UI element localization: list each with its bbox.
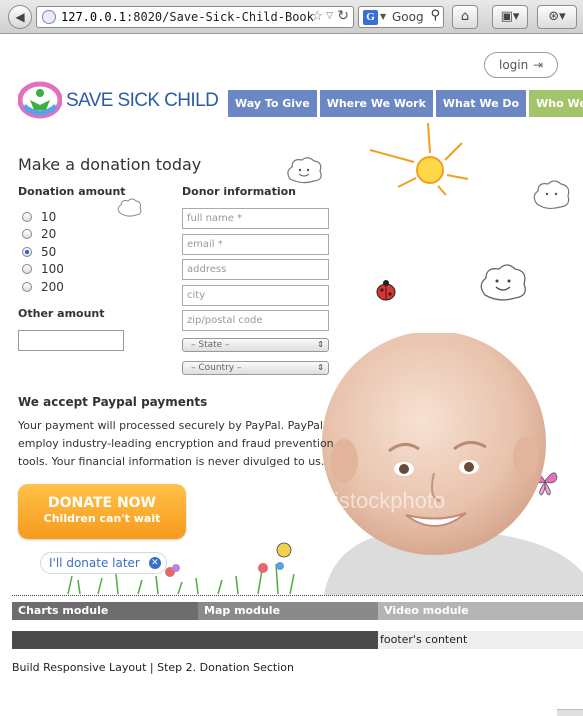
url-text: 127.0.0.1:8020/Save-Sick-Child-Book [61,10,314,24]
map-module: Map module [198,602,378,620]
full-name-field[interactable]: full name * [182,208,329,229]
address-bar[interactable]: 127.0.0.1:8020/Save-Sick-Child-Book ☆ ▽ … [36,6,354,28]
select-arrows-icon: ⇕ [317,363,324,372]
donate-now-sublabel: Children can't wait [43,512,161,525]
page-title: Make a donation today [18,155,202,174]
donation-amount-options: 10 20 50 100 200 [22,208,64,296]
donate-now-button[interactable]: DONATE NOW Children can't wait [18,484,186,539]
paypal-heading: We accept Paypal payments [18,395,208,409]
address-field[interactable]: address [182,259,329,280]
divider [12,595,583,596]
login-button[interactable]: login ⇥ [484,52,558,78]
donate-now-label: DONATE NOW [47,495,157,511]
search-engine-icon[interactable]: G [363,10,378,25]
nav-who-we-are[interactable]: Who We Are [529,90,583,117]
email-field[interactable]: email * [182,234,329,255]
donation-amount-heading: Donation amount [18,185,126,198]
amount-option[interactable]: 10 [22,208,64,226]
logo[interactable]: SAVE SICK CHILD [18,79,219,123]
modules-row: Charts module Map module Video module [12,602,583,620]
state-select-label: – State – [191,340,230,350]
nav-where-we-work[interactable]: Where We Work [319,90,433,117]
ladybug-doodle-icon [376,280,396,301]
search-engine-dropdown-icon[interactable]: ▼ [380,12,386,21]
radio-button-selected[interactable] [22,246,32,257]
footer-dark-block [12,631,378,649]
home-icon[interactable]: ⌂ [452,5,478,29]
amount-label: 100 [41,262,64,277]
bookmark-star-icon[interactable]: ☆ [311,9,323,24]
logo-mark-icon [18,81,62,119]
login-arrow-icon: ⇥ [533,58,544,72]
amount-label: 10 [41,209,57,224]
amount-option[interactable]: 50 [22,243,64,261]
toolbar-icon[interactable]: ▣▾ [492,5,528,29]
watermark-text: istockphoto [334,488,445,513]
select-arrows-icon: ⇕ [317,340,324,349]
search-bar[interactable]: G ▼ Goog ⚲ [358,6,444,28]
other-amount-heading: Other amount [18,307,105,320]
country-select[interactable]: – Country – ⇕ [182,361,329,375]
state-select[interactable]: – State – ⇕ [182,338,329,352]
sun-doodle-icon [369,122,469,195]
other-amount-input[interactable] [18,330,124,351]
charts-module: Charts module [12,602,198,620]
browser-toolbar: ◀ 127.0.0.1:8020/Save-Sick-Child-Book ☆ … [0,0,583,34]
search-icon[interactable]: ⚲ [430,8,440,23]
city-field[interactable]: city [182,285,329,306]
amount-option[interactable]: 100 [22,261,64,279]
back-icon[interactable]: ◀ [8,5,32,29]
donor-info-heading: Donor information [182,185,297,198]
logo-text: SAVE SICK CHILD [66,90,219,111]
radio-button[interactable] [22,211,32,222]
cloud-doodle-icon [117,198,142,217]
addon-icon[interactable]: ⊛▾ [537,5,577,29]
amount-label: 200 [41,279,64,294]
nav-what-we-do[interactable]: What We Do [435,90,527,117]
footer-content: footer's content [378,631,583,649]
main-nav: Way To Give Where We Work What We Do Who… [228,90,583,117]
zip-field[interactable]: zip/postal code [182,310,329,331]
nav-way-to-give[interactable]: Way To Give [228,90,317,117]
reload-icon[interactable]: ↻ [337,8,349,24]
close-icon[interactable]: ✕ [148,557,161,569]
cloud-doodle-icon [287,157,322,184]
cloud-doodle-icon [533,180,570,210]
url-dropdown-icon[interactable]: ▽ [326,11,333,21]
video-module: Video module [378,602,583,620]
radio-button[interactable] [22,281,32,292]
page-content: istockphoto login ⇥ SAVE SICK CHILD Way … [0,35,583,716]
radio-button[interactable] [22,229,32,240]
paypal-text: Your payment will processed securely by … [18,419,334,468]
resize-corner[interactable] [557,709,583,716]
amount-label: 50 [41,244,57,259]
cloud-doodle-icon [480,264,526,301]
amount-label: 20 [41,227,57,242]
page-caption: Build Responsive Layout | Step 2. Donati… [12,661,294,674]
amount-option[interactable]: 20 [22,226,64,244]
donate-later-label: I'll donate later [49,556,140,570]
amount-option[interactable]: 200 [22,278,64,296]
login-label: login [499,58,529,72]
radio-button[interactable] [22,264,32,275]
search-input[interactable]: Goog [392,10,424,24]
globe-icon [42,10,56,24]
country-select-label: – Country – [191,363,242,373]
donate-later-button[interactable]: I'll donate later ✕ [40,552,167,574]
footer-row: footer's content [12,631,583,649]
